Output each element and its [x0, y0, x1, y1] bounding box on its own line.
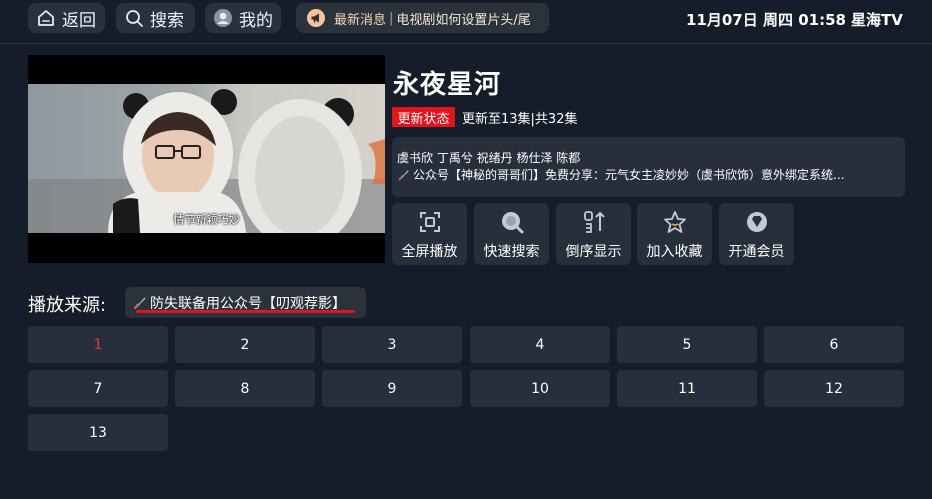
reverse-order-label: 倒序显示 [565, 244, 622, 260]
top-bar: 返回 搜索 我的 最新消息 | 电视剧如何设置片头/尾 11月07日 周四 01… [0, 0, 932, 42]
search-icon [499, 209, 525, 235]
profile-button[interactable]: 我的 [205, 3, 281, 33]
episode-button[interactable]: 9 [322, 370, 462, 407]
sort-icon [581, 209, 607, 235]
cast-list: 虞书欣 丁禹兮 祝绪丹 杨仕泽 陈都 [397, 151, 581, 165]
news-label: 最新消息 [334, 12, 387, 28]
vip-button[interactable]: 开通会员 [719, 203, 794, 265]
news-text: 电视剧如何设置片头/尾 [396, 12, 531, 28]
quick-search-button[interactable]: 快速搜索 [474, 203, 549, 265]
user-avatar-icon [213, 8, 233, 28]
star-icon [662, 209, 688, 235]
reverse-order-button[interactable]: 倒序显示 [556, 203, 631, 265]
fullscreen-label: 全屏播放 [401, 244, 458, 260]
home-icon [36, 8, 56, 28]
episode-button[interactable]: 13 [28, 414, 168, 451]
source-active-indicator [136, 310, 355, 313]
video-subtitle: 情节新颖巧妙 [173, 213, 240, 226]
megaphone-icon [306, 8, 326, 28]
quick-search-label: 快速搜索 [483, 244, 540, 260]
source-label: 播放来源: [28, 295, 107, 316]
source-tab[interactable]: 防失联备用公众号【叨观荐影】 [125, 287, 366, 318]
news-separator: | [389, 10, 394, 26]
fullscreen-button[interactable]: 全屏播放 [392, 203, 467, 265]
episode-button[interactable]: 5 [617, 326, 757, 363]
episode-button[interactable]: 12 [764, 370, 904, 407]
episode-button[interactable]: 10 [470, 370, 610, 407]
vip-label: 开通会员 [728, 244, 785, 260]
rocket-icon [132, 295, 148, 311]
fullscreen-icon [417, 209, 443, 235]
search-icon [124, 8, 144, 28]
show-title: 永夜星河 [393, 70, 502, 100]
episode-button[interactable]: 4 [470, 326, 610, 363]
description-box[interactable]: 虞书欣 丁禹兮 祝绪丹 杨仕泽 陈都 公众号【神秘的哥哥们】免费分享：元气女主凌… [392, 137, 905, 197]
episode-button[interactable]: 6 [764, 326, 904, 363]
add-favorite-label: 加入收藏 [646, 244, 703, 260]
promo-line: 公众号【神秘的哥哥们】免费分享：元气女主凌妙妙（虞书欣饰）意外绑定系统... [397, 166, 897, 183]
back-label: 返回 [62, 10, 96, 31]
vip-diamond-icon [744, 209, 770, 235]
brand-name: 星海TV [851, 11, 903, 29]
episode-button[interactable]: 1 [28, 326, 168, 363]
header-divider [0, 43, 932, 44]
episode-button[interactable]: 2 [175, 326, 315, 363]
status-badge: 更新状态 [392, 107, 455, 127]
news-ticker[interactable]: 最新消息 | 电视剧如何设置片头/尾 [296, 3, 549, 33]
promo-text: 公众号【神秘的哥哥们】免费分享：元气女主凌妙妙（虞书欣饰）意外绑定系统... [413, 168, 845, 182]
search-button[interactable]: 搜索 [116, 3, 195, 33]
profile-label: 我的 [239, 10, 273, 31]
rocket-icon [397, 168, 411, 182]
episode-button[interactable]: 7 [28, 370, 168, 407]
episode-update-text: 更新至13集|共32集 [462, 112, 578, 127]
episode-button[interactable]: 11 [617, 370, 757, 407]
add-favorite-button[interactable]: 加入收藏 [637, 203, 712, 265]
video-player[interactable]: 情节新颖巧妙 [28, 55, 385, 263]
episode-button[interactable]: 3 [322, 326, 462, 363]
episode-button[interactable]: 8 [175, 370, 315, 407]
datetime: 11月07日 周四 01:58 [686, 11, 846, 29]
search-label: 搜索 [150, 10, 184, 31]
back-button[interactable]: 返回 [28, 3, 105, 33]
